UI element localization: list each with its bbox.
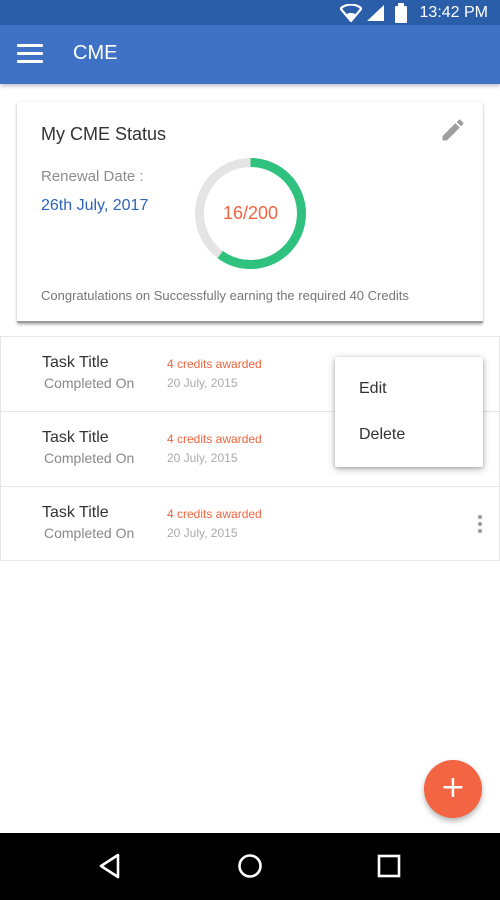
congrats-message: Congratulations on Successfully earning … bbox=[41, 288, 409, 303]
recents-icon[interactable] bbox=[374, 851, 404, 881]
task-completed-label: Completed On bbox=[44, 450, 135, 466]
card-title: My CME Status bbox=[41, 124, 167, 144]
add-button[interactable]: + bbox=[424, 760, 482, 818]
task-row[interactable]: Task Title Completed On 4 credits awarde… bbox=[0, 486, 500, 561]
app-title: CME bbox=[73, 42, 118, 64]
task-title: Task Title bbox=[42, 354, 109, 371]
progress-label: 16/200 bbox=[222, 203, 279, 223]
renewal-date-value: 26th July, 2017 bbox=[41, 197, 149, 214]
task-date: 20 July, 2015 bbox=[167, 376, 238, 390]
task-credits: 4 credits awarded bbox=[167, 507, 262, 521]
home-icon[interactable] bbox=[235, 851, 265, 881]
app-bar: CME bbox=[0, 25, 500, 84]
hamburger-menu-icon[interactable] bbox=[17, 44, 43, 64]
task-credits: 4 credits awarded bbox=[167, 432, 262, 446]
more-vert-icon[interactable] bbox=[477, 515, 483, 533]
task-date: 20 July, 2015 bbox=[167, 526, 238, 540]
renewal-date-label: Renewal Date : bbox=[41, 168, 144, 185]
status-time: 13:42 PM bbox=[419, 3, 488, 21]
wifi-icon bbox=[339, 3, 362, 22]
navigation-bar bbox=[0, 833, 500, 900]
signal-icon bbox=[366, 4, 384, 21]
task-credits: 4 credits awarded bbox=[167, 357, 262, 371]
menu-item-edit[interactable]: Edit bbox=[335, 366, 483, 412]
pencil-icon[interactable] bbox=[439, 116, 467, 144]
cme-status-card: My CME Status Renewal Date : 26th July, … bbox=[17, 102, 483, 323]
task-date: 20 July, 2015 bbox=[167, 451, 238, 465]
add-icon: + bbox=[440, 770, 466, 805]
task-popup-menu: Edit Delete bbox=[335, 357, 483, 467]
menu-item-delete[interactable]: Delete bbox=[335, 412, 483, 458]
task-title: Task Title bbox=[42, 429, 109, 446]
task-completed-label: Completed On bbox=[44, 525, 135, 541]
task-title: Task Title bbox=[42, 504, 109, 521]
back-icon[interactable] bbox=[96, 851, 126, 881]
status-bar: 13:42 PM bbox=[0, 0, 500, 25]
battery-icon bbox=[394, 2, 407, 23]
task-completed-label: Completed On bbox=[44, 375, 135, 391]
status-icons: 13:42 PM bbox=[339, 0, 500, 25]
